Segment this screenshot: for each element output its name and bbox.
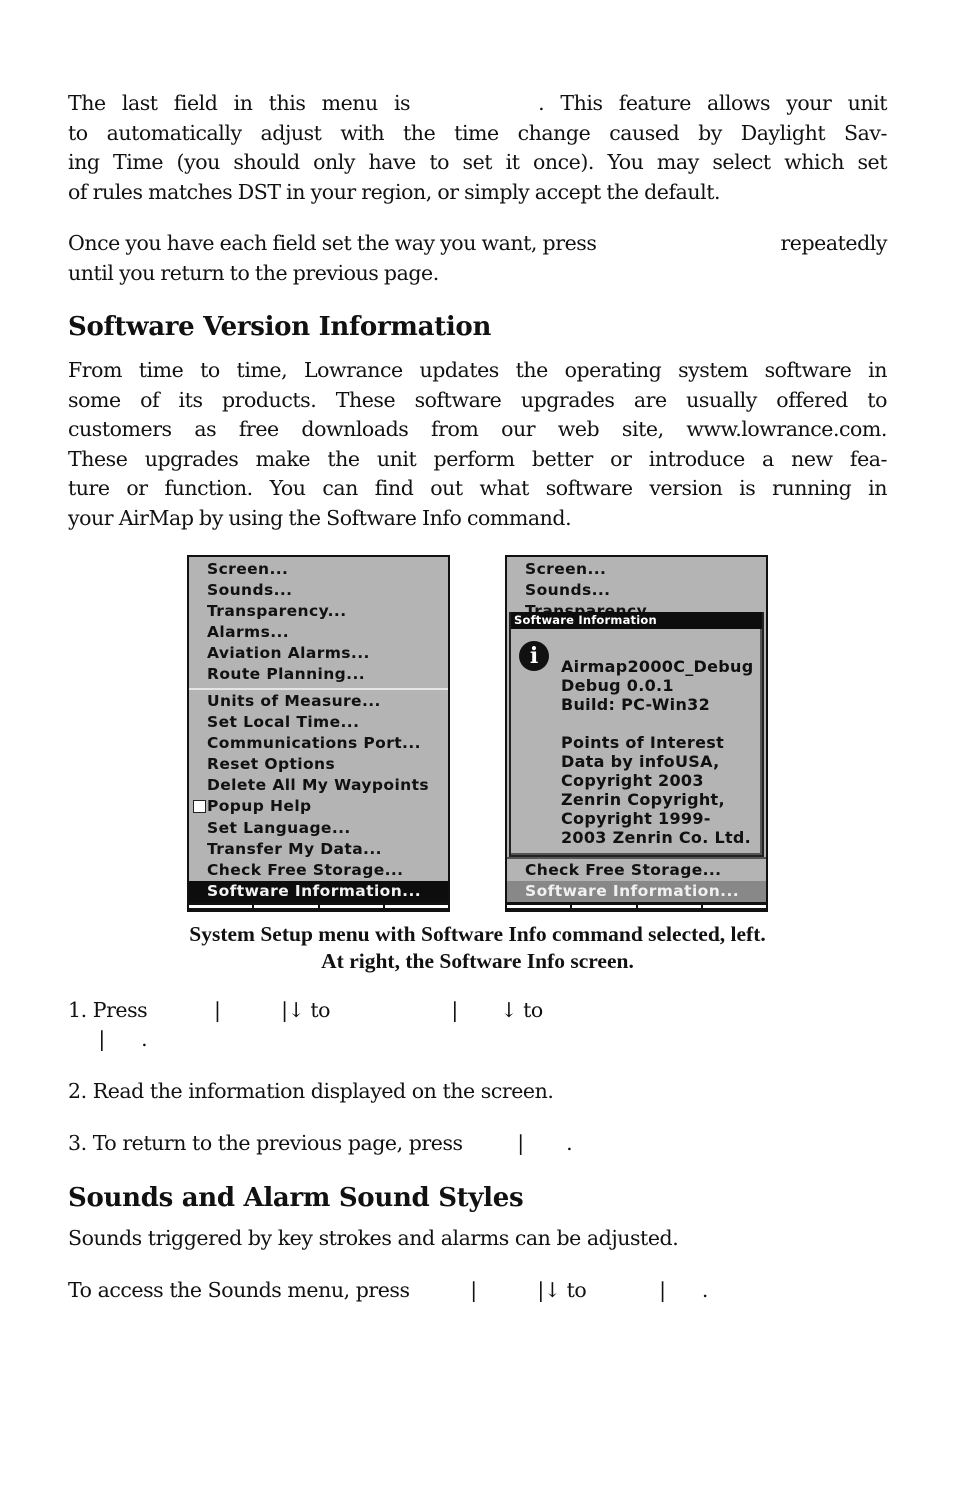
paragraph-dst: The last field in this menu is . This fea… — [68, 89, 887, 207]
menu-item-communications-port[interactable]: Communications Port... — [189, 733, 448, 754]
sounds-access-instructions: To access the Sounds menu, press | |↓ to… — [68, 1278, 708, 1302]
figure-caption: System Setup menu with Software Info com… — [68, 921, 887, 975]
soft-key-3[interactable] — [319, 905, 383, 908]
menu-item-alarms[interactable]: Alarms... — [189, 622, 448, 643]
text-line: some of its products. These software upg… — [68, 387, 887, 412]
info-icon: i — [519, 641, 549, 671]
dialog-line: Data by infoUSA, — [561, 752, 720, 771]
step-2: 2. Read the information displayed on the… — [68, 1079, 554, 1103]
menu-item-transparency[interactable]: Transparency... — [189, 601, 448, 622]
soft-key-4[interactable] — [384, 905, 448, 908]
menu-item-software-information-selected[interactable]: Software Information... — [189, 881, 448, 902]
software-information-dialog: Software Information i Airmap2000C_Debug… — [509, 612, 764, 857]
dialog-line: 2003 Zenrin Co. Ltd. — [561, 828, 752, 847]
caption-line: At right, the Software Info screen. — [321, 949, 634, 973]
step-3: 3. To return to the previous page, press… — [68, 1131, 573, 1155]
menu-item-aviation-alarms[interactable]: Aviation Alarms... — [189, 643, 448, 664]
menu-item-reset-options[interactable]: Reset Options — [189, 754, 448, 775]
paragraph-software-version: From time to time, Lowrance updates the … — [68, 356, 887, 533]
soft-key-1[interactable] — [189, 905, 253, 908]
text-line: until you return to the previous page. — [68, 260, 439, 285]
menu-item-software-information[interactable]: Software Information... — [507, 881, 766, 902]
section-heading-sounds: Sounds and Alarm Sound Styles — [68, 1183, 524, 1213]
section-heading-software-version: Software Version Information — [68, 312, 492, 342]
soft-key-2[interactable] — [572, 905, 636, 908]
text-line: your AirMap by using the Software Info c… — [68, 505, 572, 530]
menu-item-units-of-measure[interactable]: Units of Measure... — [189, 691, 448, 712]
text-line: ing Time (you should only have to set it… — [68, 150, 887, 174]
menu-item-popup-help[interactable]: Popup Help — [189, 796, 448, 817]
menu-item-label: Popup Help — [207, 797, 312, 815]
text: . This feature allows your unit — [538, 91, 887, 115]
paragraph-sounds: Sounds triggered by key strokes and alar… — [68, 1226, 679, 1250]
dialog-line: Points of Interest — [561, 733, 725, 752]
paragraph-return: Once you have each field set the way you… — [68, 229, 887, 288]
caption-line: System Setup menu with Software Info com… — [189, 922, 766, 946]
text-line: customers as free downloads from our web… — [68, 417, 887, 441]
dialog-line: Airmap2000C_Debug — [561, 657, 754, 676]
soft-key-4[interactable] — [702, 905, 766, 908]
text-line: to automatically adjust with the time ch… — [68, 120, 887, 145]
soft-key-bar — [507, 902, 766, 910]
software-info-screen: Screen... Sounds... Transparency... Soft… — [505, 555, 768, 912]
dialog-line: Build: PC-Win32 — [561, 695, 711, 714]
menu-item-check-free-storage[interactable]: Check Free Storage... — [189, 860, 448, 881]
system-setup-menu-screen: Screen... Sounds... Transparency... Alar… — [187, 555, 450, 912]
menu-item-set-local-time[interactable]: Set Local Time... — [189, 712, 448, 733]
menu-divider — [189, 688, 448, 690]
text: The last field in this menu is — [68, 91, 411, 115]
menu-item-route-planning[interactable]: Route Planning... — [189, 664, 448, 685]
menu-item-screen[interactable]: Screen... — [507, 559, 766, 580]
menu-item-sounds[interactable]: Sounds... — [507, 580, 766, 601]
soft-key-2[interactable] — [254, 905, 318, 908]
text-line: of rules matches DST in your region, or … — [68, 179, 721, 204]
menu-item-transfer-my-data[interactable]: Transfer My Data... — [189, 839, 448, 860]
step-1-line-1: 1. Press | |↓ to | ↓ to — [68, 998, 543, 1022]
popup-help-checkbox[interactable] — [193, 800, 206, 813]
menu-item-sounds[interactable]: Sounds... — [189, 580, 448, 601]
dialog-line: Debug 0.0.1 — [561, 676, 674, 695]
dialog-line: Copyright 2003 — [561, 771, 704, 790]
menu-item-check-free-storage[interactable]: Check Free Storage... — [507, 860, 766, 881]
menu-item-screen[interactable]: Screen... — [189, 559, 448, 580]
menu-divider — [507, 857, 766, 859]
dialog-line: Zenrin Copyright, — [561, 790, 725, 809]
text-line: These upgrades make the unit perform bet… — [68, 446, 887, 471]
menu-item-delete-all-waypoints[interactable]: Delete All My Waypoints — [189, 775, 448, 796]
soft-key-1[interactable] — [507, 905, 571, 908]
soft-key-bar — [189, 902, 448, 910]
soft-key-3[interactable] — [637, 905, 701, 908]
menu-item-set-language[interactable]: Set Language... — [189, 818, 448, 839]
text: Once you have each field set the way you… — [68, 231, 597, 255]
text-line: ture or function. You can find out what … — [68, 476, 887, 500]
dialog-title: Software Information — [511, 612, 762, 629]
dialog-line: Copyright 1999- — [561, 809, 711, 828]
step-1-line-2: | . — [68, 1027, 148, 1051]
text: repeatedly — [780, 231, 887, 255]
text-line: From time to time, Lowrance updates the … — [68, 358, 887, 382]
